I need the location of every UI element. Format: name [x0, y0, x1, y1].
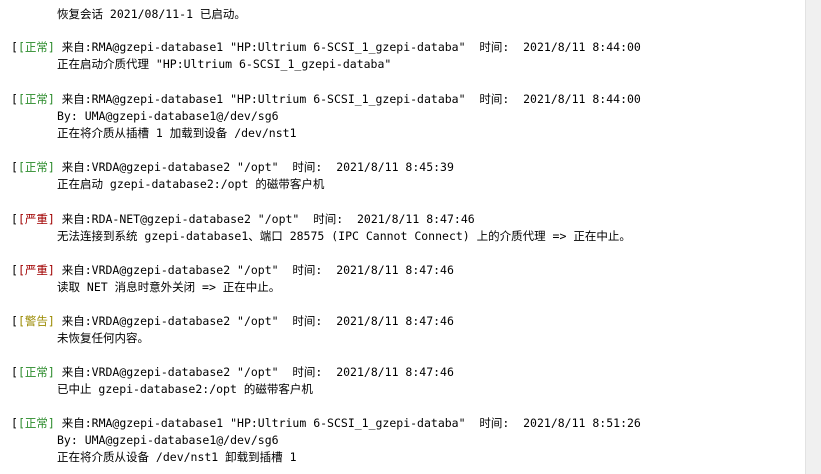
- level-bracket-open: [: [11, 314, 18, 328]
- log-entry-header: [[正常] 来自:RMA@gzepi-database1 "HP:Ultrium…: [11, 91, 641, 108]
- log-entry-message: 正在启动介质代理 "HP:Ultrium 6-SCSI_1_gzepi-data…: [57, 57, 392, 71]
- level-bracket-open: [: [11, 416, 18, 430]
- log-entry-source: 来自:RDA-NET@gzepi-database2 "/opt" 时间: 20…: [54, 212, 475, 226]
- log-level-badge: [严重]: [17, 212, 55, 226]
- log-level-badge: [正常]: [17, 92, 55, 106]
- log-entry-header: [[正常] 来自:RMA@gzepi-database1 "HP:Ultrium…: [11, 39, 641, 56]
- session-restore-line: 恢复会话 2021/08/11-1 已启动。: [57, 7, 246, 21]
- log-entry-message: 正在启动 gzepi-database2:/opt 的磁带客户机: [57, 177, 325, 191]
- log-entry-header: [[警告] 来自:VRDA@gzepi-database2 "/opt" 时间:…: [11, 313, 454, 330]
- log-entry-source: 来自:RMA@gzepi-database1 "HP:Ultrium 6-SCS…: [54, 40, 641, 54]
- log-level-badge: [严重]: [17, 263, 55, 277]
- log-entry-source: 来自:VRDA@gzepi-database2 "/opt" 时间: 2021/…: [54, 365, 454, 379]
- log-entry-message: 已中止 gzepi-database2:/opt 的磁带客户机: [57, 382, 313, 396]
- level-bracket-open: [: [11, 92, 18, 106]
- log-entry-message: By: UMA@gzepi-database1@/dev/sg6: [57, 109, 279, 123]
- session-log: 恢复会话 2021/08/11-1 已启动。 [[正常] 来自:RMA@gzep…: [0, 0, 806, 474]
- level-bracket-open: [: [11, 212, 18, 226]
- level-bracket-open: [: [11, 263, 18, 277]
- log-entry-source: 来自:VRDA@gzepi-database2 "/opt" 时间: 2021/…: [54, 314, 454, 328]
- log-entry-message: 未恢复任何内容。: [57, 331, 149, 345]
- log-entry-header: [[正常] 来自:VRDA@gzepi-database2 "/opt" 时间:…: [11, 159, 454, 176]
- log-entry-source: 来自:VRDA@gzepi-database2 "/opt" 时间: 2021/…: [54, 160, 454, 174]
- log-entry-source: 来自:RMA@gzepi-database1 "HP:Ultrium 6-SCS…: [54, 416, 641, 430]
- vertical-scrollbar[interactable]: [805, 0, 821, 474]
- log-entry-message: 正在将介质从设备 /dev/nst1 卸载到插槽 1: [57, 450, 297, 464]
- log-level-badge: [正常]: [17, 160, 55, 174]
- log-entry-source: 来自:RMA@gzepi-database1 "HP:Ultrium 6-SCS…: [54, 92, 641, 106]
- log-level-badge: [警告]: [17, 314, 55, 328]
- log-entry-header: [[正常] 来自:VRDA@gzepi-database2 "/opt" 时间:…: [11, 364, 454, 381]
- level-bracket-open: [: [11, 40, 18, 54]
- log-entry-message: 无法连接到系统 gzepi-database1、端口 28575 (IPC Ca…: [57, 229, 631, 243]
- log-entry-message: 读取 NET 消息时意外关闭 => 正在中止。: [57, 280, 281, 294]
- log-level-badge: [正常]: [17, 40, 55, 54]
- log-entry-header: [[严重] 来自:VRDA@gzepi-database2 "/opt" 时间:…: [11, 262, 454, 279]
- level-bracket-open: [: [11, 160, 18, 174]
- log-entry-message: 正在将介质从插槽 1 加载到设备 /dev/nst1: [57, 126, 297, 140]
- log-level-badge: [正常]: [17, 365, 55, 379]
- log-entry-source: 来自:VRDA@gzepi-database2 "/opt" 时间: 2021/…: [54, 263, 454, 277]
- log-entry-header: [[正常] 来自:RMA@gzepi-database1 "HP:Ultrium…: [11, 415, 641, 432]
- log-entry-header: [[严重] 来自:RDA-NET@gzepi-database2 "/opt" …: [11, 211, 475, 228]
- log-level-badge: [正常]: [17, 416, 55, 430]
- log-entry-message: By: UMA@gzepi-database1@/dev/sg6: [57, 433, 279, 447]
- level-bracket-open: [: [11, 365, 18, 379]
